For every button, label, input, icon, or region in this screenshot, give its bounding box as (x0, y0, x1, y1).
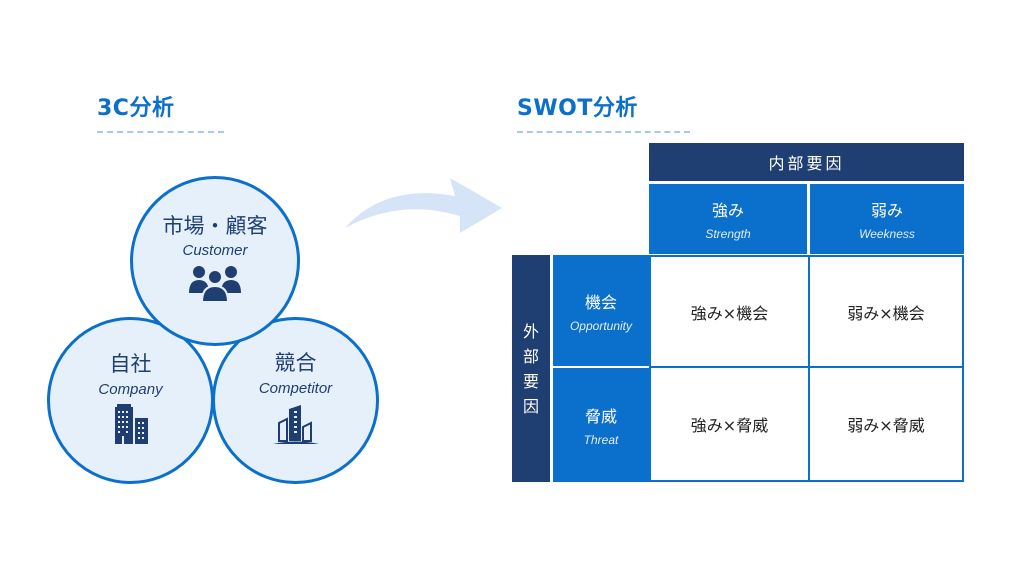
external-factors-header: 外部要因 (512, 255, 550, 482)
internal-factors-header: 内部要因 (649, 143, 964, 181)
cell-strength-opportunity: 強み×機会 (649, 255, 810, 368)
3c-title-underline (97, 131, 224, 133)
competitor-label: 競合 (274, 351, 317, 376)
competitor-sublabel: Competitor (258, 379, 333, 397)
threat-sublabel: Threat (583, 433, 619, 447)
curved-arrow-right-icon (340, 178, 505, 242)
people-icon (187, 265, 243, 307)
company-sublabel: Company (98, 380, 163, 398)
weakness-label: 弱み (870, 201, 903, 220)
row-header-opportunity: 機会 Opportunity (553, 255, 649, 366)
cell-weakness-threat: 弱み×脅威 (808, 366, 964, 482)
column-header-strength: 強み Strength (649, 184, 807, 254)
weakness-sublabel: Weekness (859, 227, 915, 241)
company-label: 自社 (109, 352, 152, 377)
swot-title: SWOT分析 (517, 96, 638, 121)
row-header-threat: 脅威 Threat (553, 368, 649, 482)
swot-title-underline (517, 131, 690, 133)
customer-label: 市場・顧客 (162, 213, 268, 238)
strength-label: 強み (711, 201, 744, 220)
threat-label: 脅威 (584, 407, 617, 426)
skyscraper-buildings-icon (272, 403, 319, 449)
opportunity-sublabel: Opportunity (569, 318, 633, 333)
circle-customer: 市場・顧客 Customer (130, 176, 300, 346)
opportunity-label: 機会 (584, 292, 617, 312)
cell-strength-threat: 強み×脅威 (649, 366, 810, 482)
cell-weakness-opportunity: 弱み×機会 (808, 255, 964, 368)
customer-sublabel: Customer (182, 242, 248, 260)
column-header-weakness: 弱み Weekness (810, 184, 964, 254)
strength-sublabel: Strength (705, 227, 751, 241)
office-buildings-icon (111, 403, 151, 448)
3c-title: 3C分析 (97, 96, 175, 121)
